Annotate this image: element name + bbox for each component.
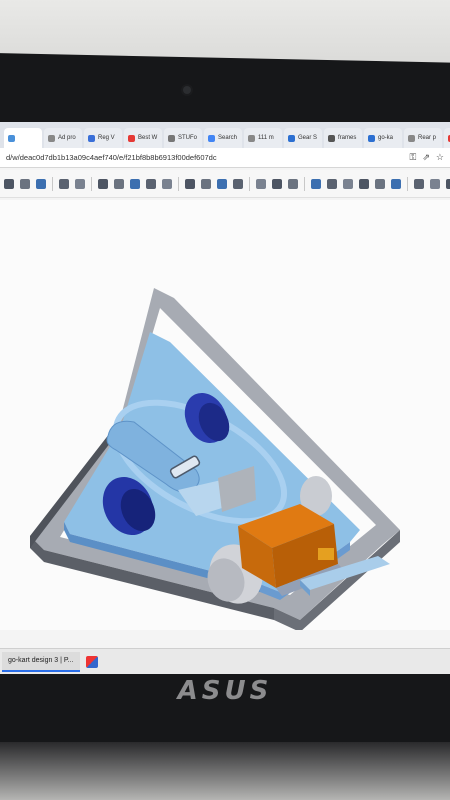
tab-favicon-icon	[328, 134, 335, 142]
toolbar-tool-icon[interactable]	[217, 178, 227, 189]
toolbar-tool-icon[interactable]	[4, 178, 14, 189]
toolbar-tool-icon[interactable]	[327, 178, 337, 189]
tab-label: Reg V	[98, 135, 115, 141]
browser-tab[interactable]: Best W	[124, 128, 162, 148]
toolbar-separator	[249, 176, 250, 191]
toolbar-tool-icon[interactable]	[343, 178, 353, 189]
toolbar-tool-icon[interactable]	[391, 178, 401, 189]
cad-viewport[interactable]	[0, 200, 450, 630]
toolbar-tool-icon[interactable]	[288, 178, 298, 189]
browser-tab[interactable]: Reg V	[84, 128, 122, 148]
tab-favicon-icon	[48, 134, 55, 142]
toolbar-tool-icon[interactable]	[162, 178, 172, 189]
laptop-brand-logo: ASUS	[177, 676, 273, 706]
tab-label: Rear p	[418, 135, 437, 141]
tab-label: STUFo	[178, 135, 198, 141]
toolbar-tool-icon[interactable]	[36, 178, 46, 189]
browser-tab-strip: Ad pro Reg V Best W STUFo Search 111 m Gear S f…	[0, 122, 450, 148]
tab-favicon-icon	[408, 134, 415, 142]
tab-favicon-icon	[168, 134, 175, 142]
taskbar: go-kart design 3 | P...	[0, 648, 450, 674]
webcam	[183, 86, 191, 94]
tab-favicon-icon	[88, 134, 95, 142]
browser-tab[interactable]: Search	[204, 128, 242, 148]
app-icon[interactable]	[85, 655, 98, 668]
laptop-screen: Ad pro Reg V Best W STUFo Search 111 m Gear S f…	[0, 122, 450, 674]
toolbar-tool-icon[interactable]	[256, 178, 266, 189]
toolbar-separator	[304, 176, 305, 191]
toolbar-separator	[91, 176, 92, 191]
tab-favicon-icon	[368, 134, 375, 142]
engine-mount	[318, 548, 334, 560]
taskbar-item-label: go-kart design 3 | P...	[8, 657, 74, 664]
bookmark-star-icon[interactable]: ☆	[436, 152, 444, 163]
taskbar-item[interactable]: go-kart design 3 | P...	[2, 651, 80, 672]
tab-favicon-icon	[208, 134, 215, 142]
tab-label: Gear S	[298, 135, 318, 141]
browser-tab[interactable]: Go-Pr	[444, 128, 450, 148]
browser-tab[interactable]: frames	[324, 128, 362, 148]
toolbar-tool-icon[interactable]	[98, 178, 108, 189]
toolbar-tool-icon[interactable]	[185, 178, 195, 189]
share-icon[interactable]: ⇗	[422, 152, 430, 163]
toolbar-tool-icon[interactable]	[130, 178, 140, 189]
toolbar-tool-icon[interactable]	[430, 178, 440, 189]
browser-tab[interactable]: Ad pro	[44, 128, 82, 148]
toolbar-tool-icon[interactable]	[201, 178, 211, 189]
desk-surface	[0, 742, 450, 800]
toolbar-tool-icon[interactable]	[114, 178, 124, 189]
tab-label: Ad pro	[58, 135, 76, 141]
tab-label: 111 m	[258, 135, 274, 141]
toolbar-separator	[52, 176, 53, 191]
toolbar-tool-icon[interactable]	[146, 178, 156, 189]
tab-favicon-icon	[8, 134, 15, 142]
tab-label: Best W	[138, 135, 158, 141]
tab-label: go-ka	[378, 135, 394, 141]
browser-tab[interactable]: STUFo	[164, 128, 202, 148]
go-kart-model[interactable]	[0, 200, 450, 630]
toolbar-tool-icon[interactable]	[233, 178, 243, 189]
toolbar-tool-icon[interactable]	[359, 178, 369, 189]
toolbar-tool-icon[interactable]	[311, 178, 321, 189]
browser-tab[interactable]: Gear S	[284, 128, 322, 148]
url-text[interactable]: d/w/deac0d7db1b13a09c4aef740/e/f21bf8b8b…	[6, 153, 404, 162]
toolbar-tool-icon[interactable]	[375, 178, 385, 189]
tab-label: Search	[218, 135, 238, 141]
address-bar[interactable]: d/w/deac0d7db1b13a09c4aef740/e/f21bf8b8b…	[0, 148, 450, 168]
browser-tab[interactable]	[4, 128, 42, 148]
browser-tab[interactable]: go-ka	[364, 128, 402, 148]
browser-tab[interactable]: 111 m	[244, 128, 282, 148]
key-icon[interactable]: ⚿	[410, 152, 417, 163]
tab-label: frames	[338, 135, 357, 141]
tab-favicon-icon	[128, 134, 135, 142]
toolbar-tool-icon[interactable]	[414, 178, 424, 189]
tab-favicon-icon	[248, 134, 255, 142]
toolbar-tool-icon[interactable]	[272, 178, 282, 189]
toolbar-tool-icon[interactable]	[75, 178, 85, 189]
toolbar-tool-icon[interactable]	[446, 178, 450, 189]
browser-tab[interactable]: Rear p	[404, 128, 442, 148]
toolbar-separator	[178, 176, 179, 191]
toolbar-tool-icon[interactable]	[59, 178, 69, 189]
toolbar-separator	[407, 176, 408, 191]
cad-toolbar	[0, 170, 450, 198]
tab-favicon-icon	[288, 134, 295, 142]
toolbar-tool-icon[interactable]	[20, 178, 30, 189]
